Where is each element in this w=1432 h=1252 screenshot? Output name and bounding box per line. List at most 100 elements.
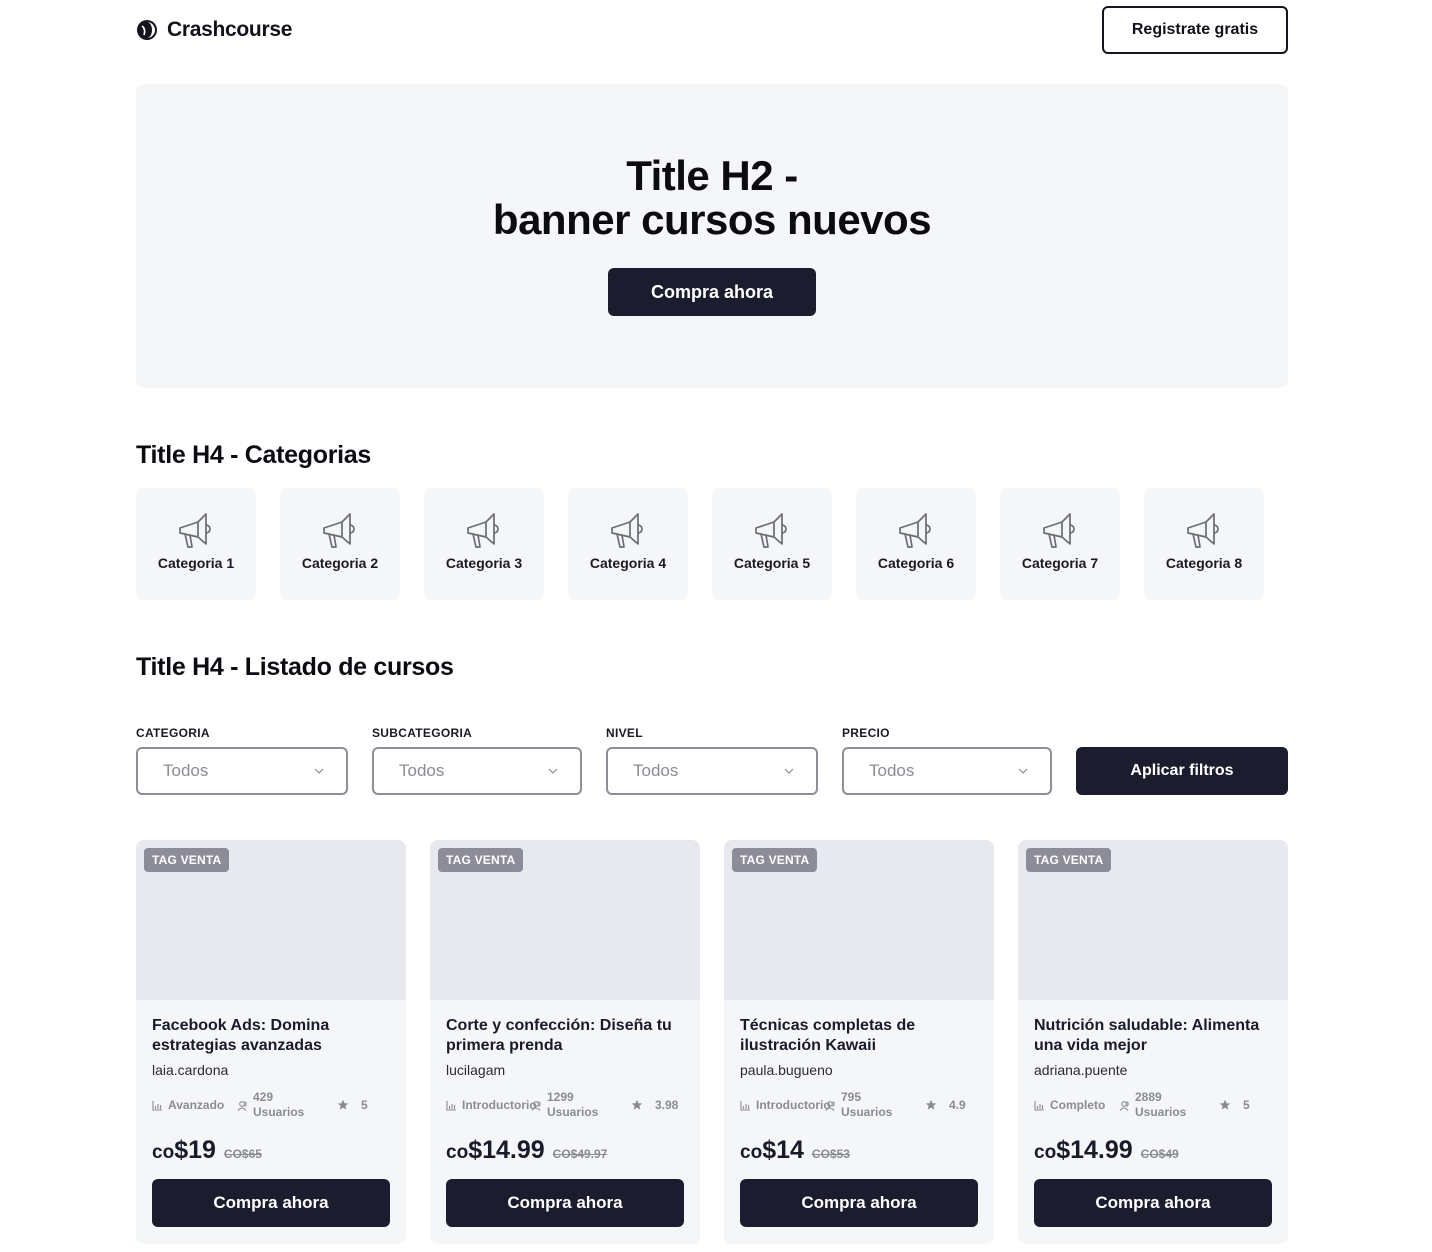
course-users: 2889 Usuarios [1119,1090,1219,1120]
chevron-down-icon [784,768,794,774]
users-count: 429 [253,1090,274,1104]
logo-text: Crashcourse [167,18,293,41]
categoria-select[interactable]: Todos [136,747,348,795]
course-author[interactable]: adriana.puente [1034,1062,1272,1078]
rating-value: 5 [361,1098,368,1112]
price-row: co$19 CO$65 [152,1136,390,1165]
category-card[interactable]: Categoria 3 [424,488,544,600]
course-card[interactable]: TAG VENTA Nutrición saludable: Alimenta … [1018,840,1288,1244]
course-list: TAG VENTA Facebook Ads: Domina estrategi… [136,840,1288,1244]
course-card[interactable]: TAG VENTA Técnicas completas de ilustrac… [724,840,994,1244]
buy-button[interactable]: Compra ahora [446,1179,684,1227]
filter-label: SUBCATEGORIA [372,726,473,740]
category-card[interactable]: Categoria 5 [712,488,832,600]
current-price: co$19 [152,1136,216,1165]
users-icon [531,1100,541,1111]
course-title[interactable]: Técnicas completas de ilustración Kawaii [740,1016,978,1056]
price-amount: $19 [174,1136,216,1164]
category-card[interactable]: Categoria 6 [856,488,976,600]
select-value: Todos [633,761,679,780]
users-label: Usuarios [253,1105,305,1119]
course-thumbnail[interactable]: TAG VENTA [136,840,406,1000]
course-level: Avanzado [152,1098,237,1112]
apply-filters-button[interactable]: Aplicar filtros [1076,747,1288,795]
courses-title: Title H4 - Listado de cursos [136,653,454,681]
course-card[interactable]: TAG VENTA Facebook Ads: Domina estrategi… [136,840,406,1244]
category-card[interactable]: Categoria 1 [136,488,256,600]
star-icon [337,1099,349,1110]
star-icon [631,1099,643,1110]
course-level: Introductorio [446,1098,537,1112]
filters-bar: CATEGORIA Todos SUBCATEGORIA Todos NIVEL… [136,726,1288,795]
category-card[interactable]: Categoria 4 [568,488,688,600]
buy-button[interactable]: Compra ahora [740,1179,978,1227]
course-author[interactable]: lucilagam [446,1062,684,1078]
select-value: Todos [869,761,915,780]
old-price: CO$53 [811,1147,850,1161]
old-price: CO$49 [1140,1147,1179,1161]
category-label: Categoria 7 [1021,555,1099,571]
users-count: 2889 [1135,1090,1162,1104]
course-title[interactable]: Corte y confección: Diseña tu primera pr… [446,1016,684,1056]
subcategoria-select[interactable]: Todos [372,747,582,795]
logo[interactable]: Crashcourse [136,18,292,42]
category-card[interactable]: Categoria 2 [280,488,400,600]
nivel-select[interactable]: Todos [606,747,818,795]
course-thumbnail[interactable]: TAG VENTA [1018,840,1288,1000]
currency-code: co [1034,1142,1057,1163]
course-author[interactable]: paula.bugueno [740,1062,978,1078]
old-price: CO$65 [223,1147,262,1161]
filter-categoria: CATEGORIA Todos [136,726,348,795]
course-level: Completo [1034,1098,1119,1112]
price-row: co$14.99 CO$49.97 [446,1136,684,1165]
current-price: co$14.99 [446,1136,545,1165]
megaphone-icon [755,513,787,548]
megaphone-icon [467,513,499,548]
course-thumbnail[interactable]: TAG VENTA [430,840,700,1000]
sale-tag: TAG VENTA [438,848,524,872]
course-title[interactable]: Facebook Ads: Domina estrategias avanzad… [152,1016,390,1056]
category-label: Categoria 3 [445,555,523,571]
users-icon [825,1100,835,1111]
category-card[interactable]: Categoria 7 [1000,488,1120,600]
megaphone-icon [323,513,355,548]
course-card[interactable]: TAG VENTA Corte y confección: Diseña tu … [430,840,700,1244]
banner-title-line-2: banner cursos nuevos [492,196,932,243]
buy-button[interactable]: Compra ahora [152,1179,390,1227]
banner-buy-button[interactable]: Compra ahora [608,268,816,316]
course-title[interactable]: Nutrición saludable: Alimenta una vida m… [1034,1016,1272,1056]
precio-select[interactable]: Todos [842,747,1052,795]
course-level-text: Avanzado [168,1098,225,1112]
course-author[interactable]: laia.cardona [152,1062,390,1078]
course-rating: 5 [337,1098,368,1112]
megaphone-icon [899,513,931,548]
filter-precio: PRECIO Todos [842,726,1052,795]
category-label: Categoria 4 [589,555,667,571]
currency-code: co [446,1142,469,1163]
category-card[interactable]: Categoria 8 [1144,488,1264,600]
course-meta: Introductorio 1299 Usuarios 3.98 [446,1090,684,1120]
price-row: co$14.99 CO$49 [1034,1136,1272,1165]
star-icon [1219,1099,1231,1110]
course-users: 1299 Usuarios [531,1090,631,1120]
users-label: Usuarios [1135,1105,1187,1119]
rating-value: 3.98 [655,1098,679,1112]
buy-button[interactable]: Compra ahora [1034,1179,1272,1227]
megaphone-icon [1043,513,1075,548]
site-header: Crashcourse Registrate gratis [136,6,1288,54]
bar-chart-icon [740,1100,750,1111]
users-icon [237,1100,247,1111]
course-meta: Avanzado 429 Usuarios 5 [152,1090,390,1120]
users-icon [1119,1100,1129,1111]
logo-icon [137,20,157,40]
course-thumbnail[interactable]: TAG VENTA [724,840,994,1000]
price-amount: $14.99 [1056,1136,1133,1164]
currency-code: co [152,1142,175,1163]
filter-subcategoria: SUBCATEGORIA Todos [372,726,582,795]
bar-chart-icon [446,1100,456,1111]
banner-title-line-1: Title H2 - [626,152,798,199]
category-label: Categoria 8 [1165,555,1243,571]
star-icon [925,1099,937,1110]
bar-chart-icon [1034,1100,1044,1111]
register-button[interactable]: Registrate gratis [1102,6,1288,54]
